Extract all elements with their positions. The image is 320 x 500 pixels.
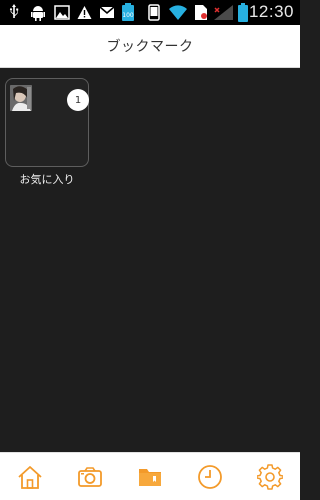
screen: 100 12:30 ブックマーク 1 お気に入り <box>0 0 300 500</box>
phone-icon <box>148 4 160 21</box>
folder-label: お気に入り <box>19 173 75 186</box>
bookmark-grid: 1 お気に入り <box>0 68 300 452</box>
usb-icon <box>10 4 19 18</box>
settings-gear-icon <box>257 463 283 490</box>
wifi-icon <box>169 5 187 20</box>
battery-icon <box>238 3 248 22</box>
bottom-nav <box>0 452 300 500</box>
sim-icon <box>195 5 207 20</box>
nav-history[interactable] <box>180 453 240 500</box>
status-bar: 100 12:30 <box>0 0 300 25</box>
nav-bookmarks[interactable] <box>120 453 180 500</box>
page-title: ブックマーク <box>106 39 194 55</box>
battery-100-icon: 100 <box>122 3 134 21</box>
folder-count-badge: 1 <box>67 89 89 111</box>
nav-settings[interactable] <box>240 453 300 500</box>
gmail-icon <box>99 6 115 18</box>
nav-camera[interactable] <box>60 453 120 500</box>
home-icon <box>18 465 42 489</box>
image-icon <box>54 5 70 20</box>
battery-label: 100 <box>122 12 134 19</box>
title-bar: ブックマーク <box>0 25 300 68</box>
folder-thumbnail-box[interactable]: 1 <box>5 78 89 167</box>
bookmark-folder[interactable]: 1 お気に入り <box>5 78 89 190</box>
camera-icon <box>78 466 102 487</box>
android-debug-icon <box>31 6 45 21</box>
status-clock: 12:30 <box>248 2 294 21</box>
folder-thumbnail-image <box>10 85 32 111</box>
bookmark-folder-icon <box>139 468 161 486</box>
history-clock-icon <box>198 464 222 489</box>
signal-icon <box>214 5 233 20</box>
warning-icon <box>77 6 92 19</box>
nav-home[interactable] <box>0 453 60 500</box>
